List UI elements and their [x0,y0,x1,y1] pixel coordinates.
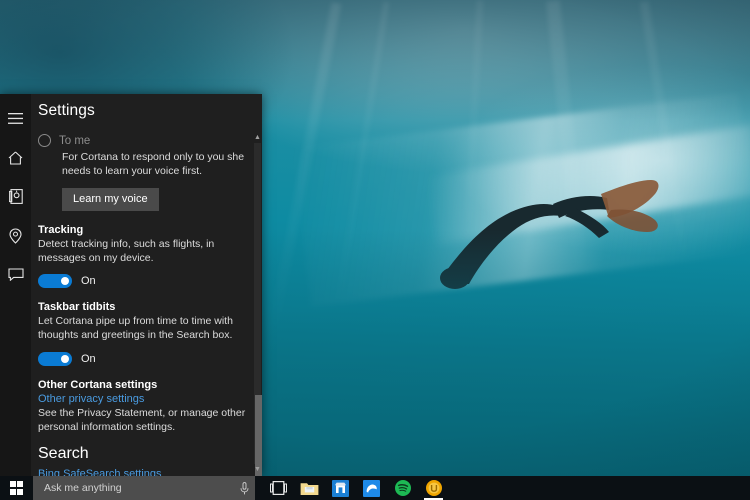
feedback-icon[interactable] [0,258,31,291]
tracking-toggle-row[interactable]: On [38,274,248,288]
to-me-label: To me [59,135,90,147]
cortana-nav-rail [0,94,31,476]
microsoft-store-icon [332,480,349,497]
cortana-settings-flyout: Settings To me For Cortana to respond on… [0,94,262,476]
microphone-icon[interactable] [240,482,249,495]
utorrent-icon [426,480,442,496]
reminders-glyph [9,228,22,244]
file-explorer-icon [300,481,319,496]
taskbar-item-file-explorer[interactable] [294,476,325,500]
tracking-heading: Tracking [38,224,248,236]
home-glyph [8,151,23,165]
to-me-description: For Cortana to respond only to you she n… [62,151,248,179]
desktop-screen: Settings To me For Cortana to respond on… [0,0,750,500]
cortana-settings-content: Settings To me For Cortana to respond on… [31,94,262,476]
taskbar-item-utorrent[interactable] [418,476,449,500]
home-icon[interactable] [0,141,31,174]
tracking-description: Detect tracking info, such as flights, i… [38,238,248,266]
taskbar-search-box[interactable]: Ask me anything [33,476,255,500]
microphone-glyph [240,482,249,495]
scroll-up-arrow[interactable]: ▲ [253,132,262,143]
notebook-icon[interactable] [0,180,31,213]
feedback-glyph [8,268,24,281]
other-cortana-description: See the Privacy Statement, or manage oth… [38,407,248,435]
tracking-toggle-state: On [81,275,96,287]
to-me-radio[interactable] [38,134,51,147]
to-me-option-row[interactable]: To me [38,134,248,147]
taskbar-tidbits-toggle-state: On [81,353,96,365]
page-title: Settings [38,102,248,120]
other-cortana-settings-heading: Other Cortana settings [38,379,248,391]
windows-logo-icon [10,481,24,495]
settings-scrollbar[interactable]: ▲ ▼ [253,94,262,476]
taskbar-tidbits-heading: Taskbar tidbits [38,301,248,313]
other-privacy-settings-link[interactable]: Other privacy settings [38,393,248,405]
hamburger-menu-icon[interactable] [0,102,31,135]
reminders-icon[interactable] [0,219,31,252]
search-heading: Search [38,445,248,463]
search-input[interactable]: Ask me anything [44,482,240,494]
taskbar-tidbits-description: Let Cortana pipe up from time to time wi… [38,315,248,343]
hamburger-glyph [8,113,23,124]
scroll-down-arrow[interactable]: ▼ [253,464,262,475]
taskbar-tidbits-toggle-row[interactable]: On [38,352,248,366]
microsoft-edge-icon [363,480,380,497]
spotify-icon [395,480,411,496]
taskbar-tidbits-toggle[interactable] [38,352,72,366]
taskbar-item-task-view[interactable] [263,476,294,500]
taskbar-item-microsoft-store[interactable] [325,476,356,500]
scrollbar-track[interactable] [254,143,261,464]
taskbar-tidbits-toggle-knob [61,355,69,363]
taskbar: Ask me anything [0,476,750,500]
taskbar-pinned-items [255,476,449,500]
tracking-toggle-knob [61,277,69,285]
start-button[interactable] [0,476,33,500]
learn-my-voice-button[interactable]: Learn my voice [62,188,159,211]
bing-safesearch-settings-link[interactable]: Bing SafeSearch settings [38,468,248,476]
tracking-toggle[interactable] [38,274,72,288]
taskbar-item-spotify[interactable] [387,476,418,500]
taskbar-item-microsoft-edge[interactable] [356,476,387,500]
task-view-icon [270,481,287,495]
notebook-glyph [9,189,23,204]
